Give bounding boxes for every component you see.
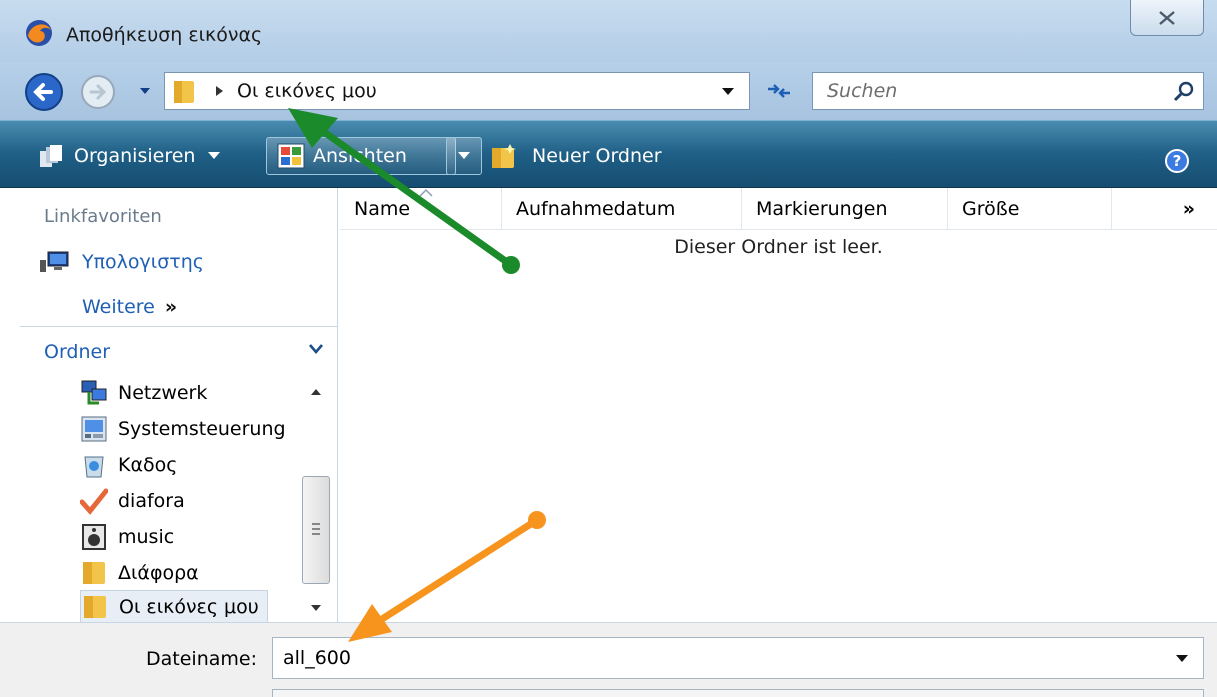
organize-button[interactable]: Organisieren [38,137,221,175]
views-label: Ansichten [313,145,407,167]
navigation-pane: Linkfavoriten Υπολογιστης Weitere » Ordn… [0,188,338,624]
sort-up-icon [419,188,433,197]
network-icon [81,380,107,405]
double-chevron-icon: » [164,296,178,318]
new-folder-icon [492,144,516,168]
folders-header[interactable]: Ordner [20,326,338,370]
recycle-bin-icon [84,456,104,478]
favorite-computer[interactable]: Υπολογιστης [38,250,204,274]
close-button[interactable] [1130,0,1204,36]
scrollbar-thumb[interactable] [302,476,330,584]
folder-icon [84,596,106,618]
grip-icon [312,523,320,535]
tree-item-label: music [118,526,175,548]
address-field[interactable]: Οι εικόνες μου [164,72,750,110]
computer-icon [40,251,69,272]
new-folder-button[interactable]: Neuer Ordner [488,137,662,175]
save-panel: Dateiname: all_600 [0,622,1217,697]
tree-item-label: diafora [118,490,185,512]
filename-value[interactable]: all_600 [283,647,351,669]
double-chevron-icon: » [1182,198,1195,220]
chevron-down-icon [458,152,470,159]
tree-item-diafora-folder[interactable]: Διάφορα [80,556,199,590]
close-icon [1159,10,1175,25]
firefox-icon [26,20,52,46]
checkmark-icon [80,488,108,515]
chevron-down-icon[interactable] [1175,654,1189,664]
column-header: Name Aufnahmedatum Markierungen Größe » [340,188,1217,230]
refresh-button[interactable] [756,72,802,110]
more-favorites-link[interactable]: Weitere » [82,296,177,318]
address-dropdown-icon[interactable] [721,87,735,97]
tree-item-control-panel[interactable]: Systemsteuerung [80,412,286,446]
file-type-field[interactable] [272,689,1204,697]
column-label: Größe [962,198,1020,220]
filename-label: Dateiname: [146,648,257,670]
organize-label: Organisieren [74,145,196,167]
folder-icon [83,562,105,584]
chevron-down-icon [309,344,323,354]
organize-icon [40,145,62,167]
speaker-icon [82,524,106,550]
column-label: Aufnahmedatum [516,198,676,220]
tree-item-recycle-bin[interactable]: Καδος [80,448,177,482]
folders-title: Ordner [44,341,111,363]
scroll-down-icon[interactable] [302,600,330,616]
column-label: Name [354,198,411,220]
scroll-up-icon[interactable] [302,384,330,400]
search-icon[interactable] [1173,81,1195,103]
new-folder-label: Neuer Ordner [532,145,662,167]
tree-item-label: Διάφορα [118,562,199,584]
folder-scrollbar[interactable] [302,378,330,622]
favorite-computer-label: Υπολογιστης [82,251,204,273]
control-panel-icon [81,416,107,442]
refresh-icon [768,84,790,98]
column-name[interactable]: Name [340,188,502,230]
tree-item-my-pictures[interactable]: Οι εικόνες μου [80,590,268,624]
empty-folder-message: Dieser Ordner ist leer. [674,236,883,258]
views-button[interactable]: Ansichten [266,137,456,175]
column-tags[interactable]: Markierungen [742,188,948,230]
back-button[interactable] [24,72,64,112]
column-size[interactable]: Größe [948,188,1112,230]
breadcrumb[interactable]: Οι εικόνες μου [237,80,377,102]
column-label: Markierungen [756,198,888,220]
search-placeholder: Suchen [827,80,898,102]
more-columns-button[interactable]: » [1112,188,1217,230]
tree-item-diafora[interactable]: diafora [80,484,185,518]
tree-item-label: Systemsteuerung [118,418,286,440]
folder-tree: Netzwerk Systemsteuerung Καδος diafora m… [0,372,300,624]
tree-item-label: Καδος [118,454,178,476]
tree-item-label: Netzwerk [118,382,208,404]
tree-item-music[interactable]: music [80,520,174,554]
forward-button[interactable] [80,74,116,110]
column-date[interactable]: Aufnahmedatum [502,188,742,230]
filename-field[interactable]: all_600 [272,637,1204,679]
title-bar: Αποθήκευση εικόνας [0,0,1217,62]
search-input[interactable]: Suchen [812,72,1204,110]
command-toolbar: Organisieren Ansichten Neuer Ordner [0,120,1217,188]
address-row: Οι εικόνες μου Suchen [0,62,1217,120]
history-dropdown-icon[interactable] [138,84,152,98]
views-icon [277,143,305,169]
folder-icon [174,81,194,103]
views-dropdown-button[interactable] [446,137,482,175]
tree-item-label: Οι εικόνες μου [119,596,259,618]
tree-item-network[interactable]: Netzwerk [80,376,207,410]
breadcrumb-arrow-icon[interactable] [213,84,225,98]
window-title: Αποθήκευση εικόνας [66,24,263,46]
svg-text:?: ? [1173,152,1182,170]
chevron-down-icon [208,152,221,159]
help-icon[interactable]: ? [1164,142,1190,180]
more-label: Weitere [82,296,155,318]
favorites-title: Linkfavoriten [44,206,162,227]
